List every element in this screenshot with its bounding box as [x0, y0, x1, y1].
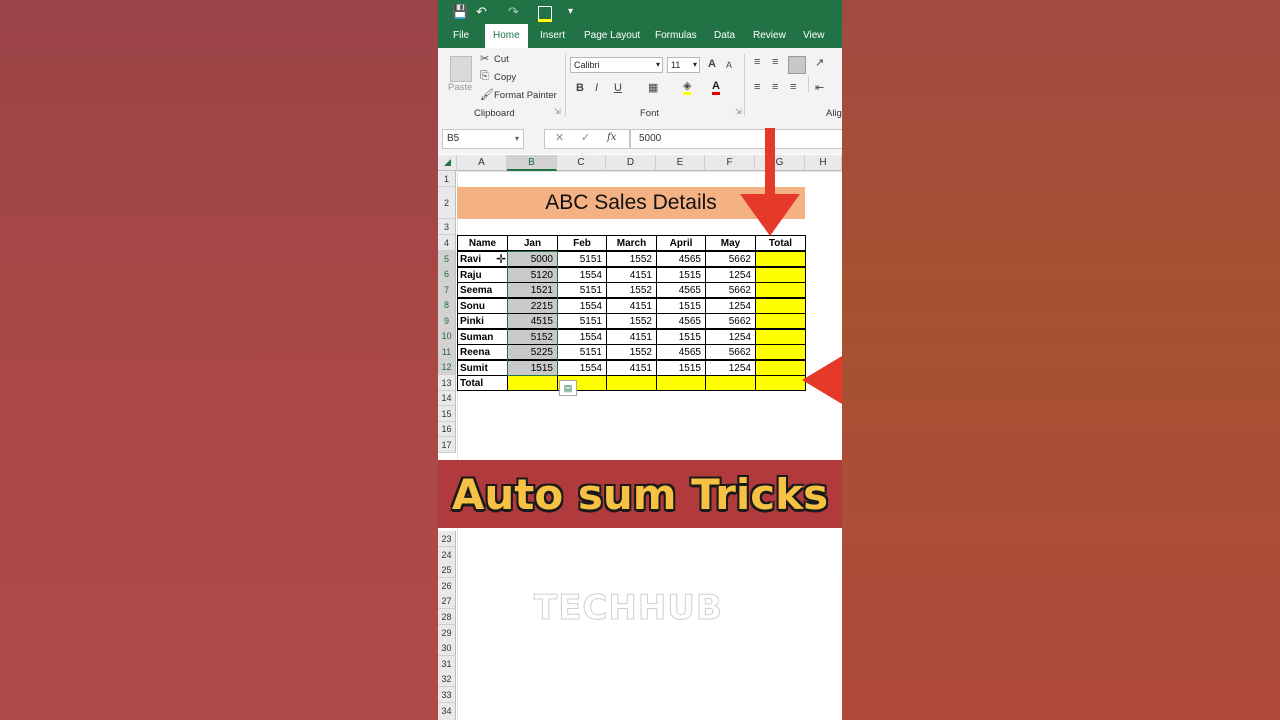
background-right	[842, 0, 1280, 720]
banner-text: Auto sum Tricks	[451, 470, 829, 519]
row-header[interactable]: 33	[438, 687, 456, 703]
row-header[interactable]: 28	[438, 609, 456, 625]
row-header[interactable]: 30	[438, 640, 456, 657]
row-header[interactable]: 24	[438, 546, 456, 563]
down-arrow	[740, 128, 800, 236]
row-header[interactable]: 34	[438, 702, 456, 719]
watermark: TECHHUB	[534, 588, 723, 629]
row-header[interactable]: 29	[438, 624, 456, 641]
row-header[interactable]: 25	[438, 562, 456, 579]
row-header[interactable]: 31	[438, 655, 456, 672]
row-header[interactable]: 23	[438, 531, 456, 547]
background-left	[0, 0, 438, 720]
row-header[interactable]: 32	[438, 671, 456, 688]
excel-window: 💾 ↶ ↷ ▾ File Home Insert Page Layout For…	[438, 0, 842, 720]
row-header[interactable]: 27	[438, 593, 456, 610]
row-header[interactable]: 26	[438, 577, 456, 594]
left-arrow	[802, 356, 842, 404]
